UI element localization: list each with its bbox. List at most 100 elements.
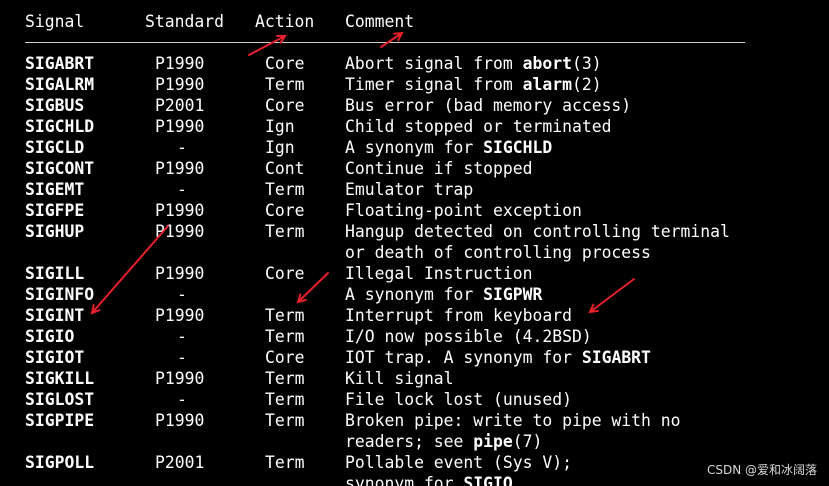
signal-name: SIGFPE <box>25 201 85 220</box>
signal-action: Term <box>265 306 305 325</box>
table-row: SIGKILL P1990 Term Kill signal <box>0 368 829 389</box>
signal-standard: - <box>177 390 187 409</box>
signal-standard: P1990 <box>155 117 205 136</box>
comment-bold-ref: pipe <box>473 432 513 451</box>
table-row-continuation: or death of controlling process <box>0 242 829 263</box>
signal-comment: I/O now possible (4.2BSD) <box>345 326 592 347</box>
signal-name: SIGCLD <box>25 138 85 157</box>
signal-standard: P1990 <box>155 264 205 283</box>
signal-comment: Timer signal from alarm(2) <box>345 74 602 95</box>
signal-name: SIGINFO <box>25 285 95 304</box>
signal-comment: Pollable event (Sys V); <box>345 452 572 473</box>
signal-name: SIGHUP <box>25 222 85 241</box>
signal-comment: A synonym for SIGCHLD <box>345 137 552 158</box>
signal-standard: P1990 <box>155 201 205 220</box>
signal-action: Term <box>265 369 305 388</box>
signal-standard: P1990 <box>155 75 205 94</box>
comment-text: File lock lost (unused) <box>345 390 572 409</box>
signal-action: Core <box>265 348 305 367</box>
comment-text: Bus error (bad memory access) <box>345 96 632 115</box>
comment-bold-ref: abort <box>522 54 572 73</box>
comment-text: Broken pipe: write to pipe with no <box>345 411 681 430</box>
comment-text: Hangup detected on controlling terminal <box>345 222 730 241</box>
comment-suffix: (3) <box>571 54 602 73</box>
signal-name: SIGINT <box>25 306 85 325</box>
table-row: SIGLOST - Term File lock lost (unused) <box>0 389 829 410</box>
signal-name: SIGABRT <box>25 54 95 73</box>
signal-action: Core <box>265 96 305 115</box>
table-row: SIGCONT P1990 Cont Continue if stopped <box>0 158 829 179</box>
signal-name: SIGPOLL <box>25 453 95 472</box>
comment-text: A synonym for <box>345 285 484 304</box>
signal-action: Term <box>265 453 305 472</box>
comment-text: Illegal Instruction <box>345 264 533 283</box>
comment-text: Floating-point exception <box>345 201 582 220</box>
signal-standard: P2001 <box>155 453 205 472</box>
signal-name: SIGCONT <box>25 159 95 178</box>
signal-comment: Abort signal from abort(3) <box>345 53 602 74</box>
signal-standard: P1990 <box>155 159 205 178</box>
table-row: SIGILL P1990 Core Illegal Instruction <box>0 263 829 284</box>
comment-text: Child stopped or terminated <box>345 117 612 136</box>
signal-name: SIGBUS <box>25 96 85 115</box>
signal-comment: Interrupt from keyboard <box>345 305 572 326</box>
comment-text: or death of controlling process <box>345 243 651 262</box>
comment-bold-ref: SIGCHLD <box>483 138 553 157</box>
signal-action: Ign <box>265 138 295 157</box>
signal-action: Term <box>265 390 305 409</box>
signal-name: SIGPIPE <box>25 411 95 430</box>
signal-comment: readers; see pipe(7) <box>345 431 542 452</box>
signal-action: Core <box>265 54 305 73</box>
header-comment: Comment <box>345 12 415 31</box>
signal-comment: Broken pipe: write to pipe with no <box>345 410 681 431</box>
signal-comment: Bus error (bad memory access) <box>345 95 631 116</box>
table-row: SIGPIPE P1990 Term Broken pipe: write to pi… <box>0 410 829 431</box>
table-row: SIGABRT P1990 Core Abort signal from abort(… <box>0 53 829 74</box>
signal-standard: - <box>177 327 187 346</box>
signal-standard: P2001 <box>155 96 205 115</box>
signal-name: SIGKILL <box>25 369 95 388</box>
table-row: SIGCHLD P1990 Ign Child stopped or terminat… <box>0 116 829 137</box>
signal-standard: - <box>177 348 187 367</box>
arrow-to-comment-header <box>380 31 404 48</box>
comment-text: synonym for <box>345 474 464 486</box>
signal-comment: Child stopped or terminated <box>345 116 611 137</box>
watermark: CSDN @爱和冰阔落 <box>706 463 817 477</box>
signal-comment: or death of controlling process <box>345 242 651 263</box>
signal-action: Term <box>265 75 305 94</box>
signal-standard: P1990 <box>155 54 205 73</box>
comment-text: Interrupt from keyboard <box>345 306 572 325</box>
signal-comment: IOT trap. A synonym for SIGABRT <box>345 347 651 368</box>
signal-action: Cont <box>265 159 305 178</box>
terminal-screen: Signal Standard Action Comment SIGABRT P1… <box>0 0 829 486</box>
table-row: SIGBUS P2001 Core Bus error (bad memory acc… <box>0 95 829 116</box>
signal-comment: File lock lost (unused) <box>345 389 572 410</box>
comment-bold-ref: SIGPWR <box>483 285 543 304</box>
comment-text: IOT trap. A synonym for <box>345 348 582 367</box>
comment-text: Abort signal from <box>345 54 523 73</box>
comment-suffix: (2) <box>571 75 602 94</box>
comment-text: Emulator trap <box>345 180 474 199</box>
signal-name: SIGILL <box>25 264 85 283</box>
signal-comment: Continue if stopped <box>345 158 533 179</box>
signal-standard: - <box>177 285 187 304</box>
comment-text: readers; see <box>345 432 474 451</box>
comment-text: A synonym for <box>345 138 484 157</box>
header-divider <box>25 42 745 43</box>
comment-text: Kill signal <box>345 369 454 388</box>
signal-comment: Emulator trap <box>345 179 473 200</box>
signal-comment: Floating-point exception <box>345 200 582 221</box>
signal-comment: synonym for SIGIO <box>345 473 513 486</box>
table-row: SIGINT P1990 Term Interrupt from keyboard <box>0 305 829 326</box>
signal-standard: - <box>177 180 187 199</box>
comment-suffix: (7) <box>512 432 543 451</box>
signal-action: Ign <box>265 117 295 136</box>
signal-standard: P1990 <box>155 222 205 241</box>
signal-name: SIGIO <box>25 327 75 346</box>
table-header: Signal Standard Action Comment <box>0 11 829 32</box>
signal-standard: P1990 <box>155 411 205 430</box>
signal-name: SIGEMT <box>25 180 85 199</box>
signal-name: SIGALRM <box>25 75 95 94</box>
signal-name: SIGLOST <box>25 390 95 409</box>
signal-action: Core <box>265 264 305 283</box>
